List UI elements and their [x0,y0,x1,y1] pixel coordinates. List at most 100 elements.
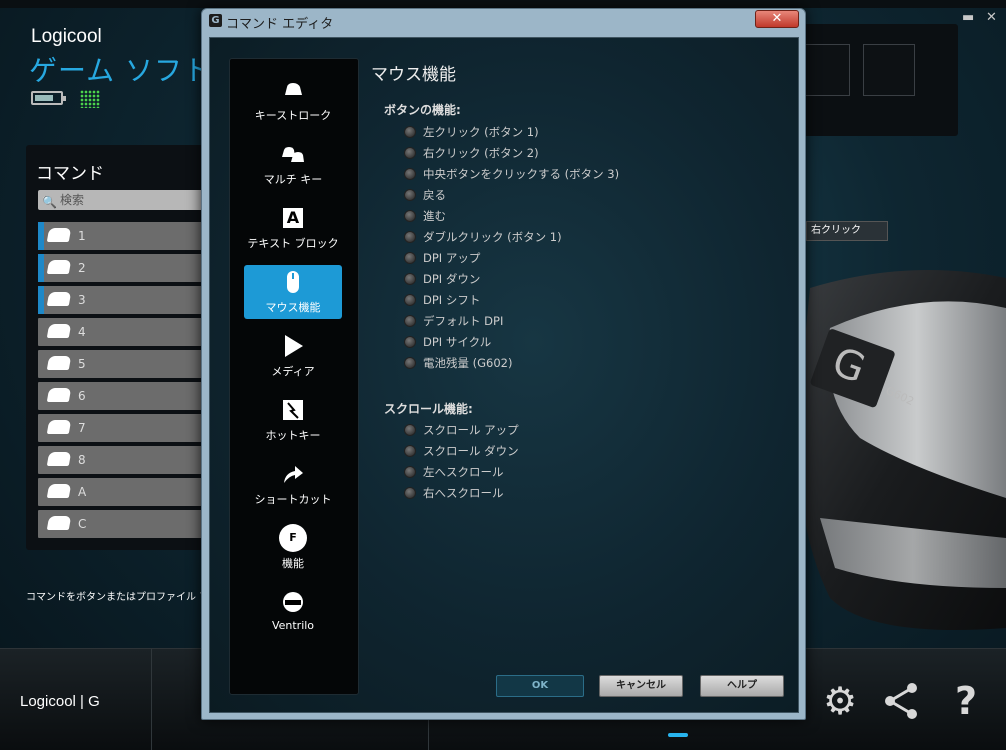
function-gear-icon: F [281,527,305,549]
radio-button[interactable] [404,357,416,369]
radio-option[interactable]: スクロール ダウン [404,443,664,459]
sidebar-item[interactable]: メディア [244,329,342,383]
command-row-label: 2 [78,261,86,275]
sidebar-item[interactable]: キーストローク [244,73,342,127]
command-row[interactable]: C [38,510,216,538]
command-search-input[interactable]: 🔍 検索 [38,190,216,210]
content-title: マウス機能 [371,65,456,85]
help-button[interactable]: ヘルプ [700,675,784,697]
radio-button[interactable] [404,424,416,436]
radio-option[interactable]: 進む [404,208,664,224]
text-block-icon: A [281,207,305,229]
radio-button[interactable] [404,315,416,327]
key-icon [46,324,72,338]
radio-label: 左へスクロール [423,465,504,479]
command-row[interactable]: 1 [38,222,216,250]
radio-option[interactable]: 右クリック (ボタン 2) [404,145,664,161]
radio-option[interactable]: DPI シフト [404,292,664,308]
radio-option[interactable]: 右へスクロール [404,485,664,501]
command-row[interactable]: 6 [38,382,216,410]
radio-label: 進む [423,209,446,223]
minimize-button[interactable]: ▬ [962,10,974,25]
radio-option[interactable]: 戻る [404,187,664,203]
radio-button[interactable] [404,147,416,159]
sidebar-item[interactable]: ショートカット [244,457,342,511]
search-icon: 🔍 [42,195,57,209]
command-row[interactable]: 3 [38,286,216,314]
command-row[interactable]: 2 [38,254,216,282]
radio-button[interactable] [404,189,416,201]
radio-option[interactable]: 電池残量 (G602) [404,355,664,371]
radio-label: DPI ダウン [423,272,481,286]
dialog-title: コマンド エディタ [226,17,334,32]
radio-label: 電池残量 (G602) [423,356,513,370]
radio-label: ダブルクリック (ボタン 1) [423,230,562,244]
radio-button[interactable] [404,231,416,243]
command-row[interactable]: 8 [38,446,216,474]
sidebar-item[interactable]: ホットキー [244,393,342,447]
sidebar-item[interactable]: Ventrilo [244,585,342,639]
cancel-button[interactable]: キャンセル [599,675,683,697]
shortcut-arrow-icon [281,463,305,485]
command-row[interactable]: 5 [38,350,216,378]
key-icon [46,452,72,466]
command-row-label: A [78,485,87,499]
logitech-g-icon: G [209,14,222,27]
settings-gear-icon[interactable]: ⚙ [818,679,862,723]
radio-label: DPI アップ [423,251,481,265]
radio-option[interactable]: スクロール アップ [404,422,664,438]
radio-button[interactable] [404,168,416,180]
radio-option[interactable]: 左クリック (ボタン 1) [404,124,664,140]
radio-button[interactable] [404,252,416,264]
command-row-label: 4 [78,325,86,339]
ventrilo-icon [281,591,305,613]
radio-button[interactable] [404,487,416,499]
radio-option[interactable]: DPI サイクル [404,334,664,350]
sidebar-item-label: マウス機能 [265,301,321,314]
radio-option[interactable]: DPI ダウン [404,271,664,287]
sidebar-item-label: マルチ キー [263,173,323,186]
key-icon [46,484,72,498]
command-row[interactable]: A [38,478,216,506]
key-icon [46,260,72,274]
sidebar-item-label: Ventrilo [271,619,315,632]
brand-label: Logicool [31,26,102,47]
radio-button[interactable] [404,210,416,222]
sidebar-item-label: ショートカット [254,493,332,506]
radio-label: DPI シフト [423,293,481,307]
commands-panel: コマンド 🔍 検索 1 2 3 4 5 6 7 8 A C [26,145,216,550]
sidebar-item[interactable]: マルチ キー [244,137,342,191]
radio-label: スクロール ダウン [423,444,519,458]
radio-option[interactable]: DPI アップ [404,250,664,266]
button-assignment-label[interactable]: 右クリック [806,221,888,241]
sidebar-item[interactable]: A テキスト ブロック [244,201,342,255]
app-close-button[interactable]: ✕ [986,10,997,25]
radio-button[interactable] [404,445,416,457]
radio-option[interactable]: デフォルト DPI [404,313,664,329]
command-row[interactable]: 4 [38,318,216,346]
radio-label: 右へスクロール [423,486,504,500]
radio-button[interactable] [404,126,416,138]
dialog-close-button[interactable]: ✕ [755,10,799,28]
scroll-functions-heading: スクロール機能: [384,402,473,416]
sidebar-item-label: ホットキー [265,429,321,442]
radio-option[interactable]: 左へスクロール [404,464,664,480]
share-icon[interactable] [880,679,924,723]
sidebar-item[interactable]: マウス機能 [244,265,342,319]
radio-label: 戻る [423,188,446,202]
radio-label: スクロール アップ [423,423,519,437]
help-icon[interactable]: ? [944,679,988,723]
radio-button[interactable] [404,294,416,306]
key-icon [46,516,72,530]
profile-slot[interactable] [863,44,915,96]
radio-option[interactable]: 中央ボタンをクリックする (ボタン 3) [404,166,664,182]
radio-button[interactable] [404,466,416,478]
radio-label: DPI サイクル [423,335,492,349]
radio-option[interactable]: ダブルクリック (ボタン 1) [404,229,664,245]
command-row[interactable]: 7 [38,414,216,442]
ok-button[interactable]: OK [496,675,584,697]
key-icon [46,228,72,242]
radio-button[interactable] [404,336,416,348]
sidebar-item[interactable]: F 機能 [244,521,342,575]
radio-button[interactable] [404,273,416,285]
